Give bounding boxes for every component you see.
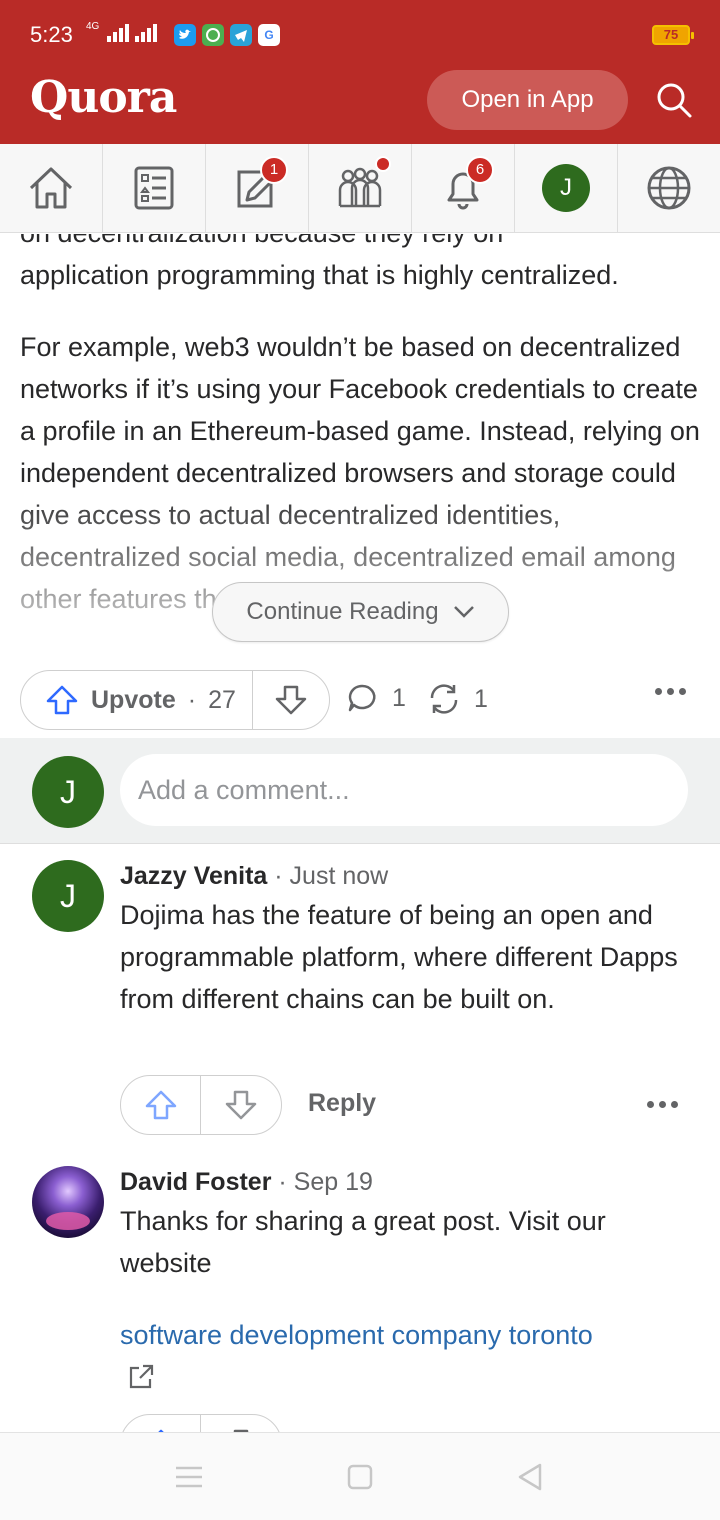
status-bar: 5:23 4G G 75 [0,0,720,70]
answer-partial-line: on decentralization because they rely on [20,234,503,248]
share-button[interactable]: 1 [426,682,488,716]
navigation-tabs: 1 6 J [0,144,720,233]
continue-reading-button[interactable]: Continue Reading [212,582,509,642]
add-comment-bar: J [0,738,720,844]
tab-language[interactable] [618,144,720,232]
downvote-button[interactable] [253,671,329,729]
notification-icons: G [174,24,280,46]
answer-actions: Upvote · 27 1 1 [20,670,700,730]
search-icon[interactable] [652,78,696,122]
add-comment-input[interactable] [120,754,688,826]
upvote-arrow-icon [46,685,78,715]
network-type: 4G [86,21,100,32]
back-triangle-icon[interactable] [516,1462,544,1492]
comment-item: J Jazzy Venita · Just now Dojima has the… [0,860,720,1150]
tab-following[interactable] [103,144,206,232]
reply-button[interactable]: Reply [308,1089,376,1118]
comment-item: David Foster · Sep 19 Thanks for sharing… [0,1166,720,1432]
commenter-avatar-image[interactable] [32,1166,104,1238]
share-count: 1 [474,684,488,713]
current-user-avatar: J [32,756,104,828]
tab-profile[interactable]: J [515,144,618,232]
comment-vote-control [120,1414,282,1432]
tab-spaces[interactable] [309,144,412,232]
comment-downvote-button[interactable] [201,1415,281,1432]
answer-paragraph-1-end: application programming that is highly c… [20,260,619,290]
signal-icon-2 [135,22,158,42]
comment-link[interactable]: software development company toronto [120,1320,593,1350]
comment-more-icon[interactable] [647,1101,678,1108]
more-options-icon[interactable] [655,688,686,695]
comments-button[interactable]: 1 [346,682,406,714]
comment-text: Dojima has the feature of being an open … [120,900,678,1014]
notifications-badge: 6 [466,156,494,184]
write-badge: 1 [260,156,288,184]
commenter-avatar[interactable]: J [32,860,104,932]
quora-logo[interactable]: Quora [30,72,177,123]
commenter-name[interactable]: Jazzy Venita [120,862,267,890]
vote-control: Upvote · 27 [20,670,330,730]
continue-reading-label: Continue Reading [246,598,439,625]
downvote-arrow-icon [275,685,307,715]
comment-vote-control [120,1075,282,1135]
downvote-arrow-icon [225,1090,257,1120]
upvote-button[interactable]: Upvote · 27 [21,671,253,729]
upvote-count: 27 [208,685,236,714]
status-time: 5:23 [30,22,73,47]
signal-indicators: 4G [86,21,158,42]
menu-icon[interactable] [174,1464,204,1490]
comment-bubble-icon [348,684,376,712]
comment-header: Jazzy Venita · Just now [120,862,388,891]
comment-message: Thanks for sharing a great post. Visit o… [120,1206,606,1278]
comment-count: 1 [392,683,406,712]
battery-indicator: 75 [652,25,694,45]
comment-upvote-button[interactable] [121,1076,201,1134]
feed-list-icon [134,166,174,210]
comment-time: · Sep 19 [278,1168,373,1196]
commenter-name[interactable]: David Foster [120,1168,271,1196]
comment-actions: Reply [120,1075,700,1135]
tab-answer[interactable]: 1 [206,144,309,232]
comment-header: David Foster · Sep 19 [120,1168,373,1197]
reshare-icon [430,684,458,714]
profile-avatar: J [542,164,590,212]
system-navigation-bar [0,1432,720,1520]
whatsapp-business-icon [202,24,224,46]
comment-upvote-button[interactable] [121,1415,201,1432]
comment-time: · Just now [274,862,389,890]
tab-home[interactable] [0,144,103,232]
telegram-icon [230,24,252,46]
twitter-icon [174,24,196,46]
open-in-app-button[interactable]: Open in App [427,70,628,130]
home-icon [29,167,73,209]
tab-notifications[interactable]: 6 [412,144,515,232]
external-link-icon[interactable] [126,1362,156,1392]
upvote-separator: · [187,685,197,714]
home-square-icon[interactable] [346,1463,374,1491]
globe-icon [647,166,691,210]
upvote-arrow-icon [145,1090,176,1120]
google-icon: G [258,24,280,46]
main-content: on decentralization because they rely on… [0,234,720,1432]
upvote-label: Upvote [91,685,176,714]
spaces-dot [375,156,391,172]
comment-text: Thanks for sharing a great post. Visit o… [120,1200,700,1404]
comment-downvote-button[interactable] [201,1076,281,1134]
comment-actions [120,1414,700,1432]
chevron-down-icon [453,606,474,618]
app-header: Quora Open in App [0,70,720,144]
signal-icon [107,22,130,42]
